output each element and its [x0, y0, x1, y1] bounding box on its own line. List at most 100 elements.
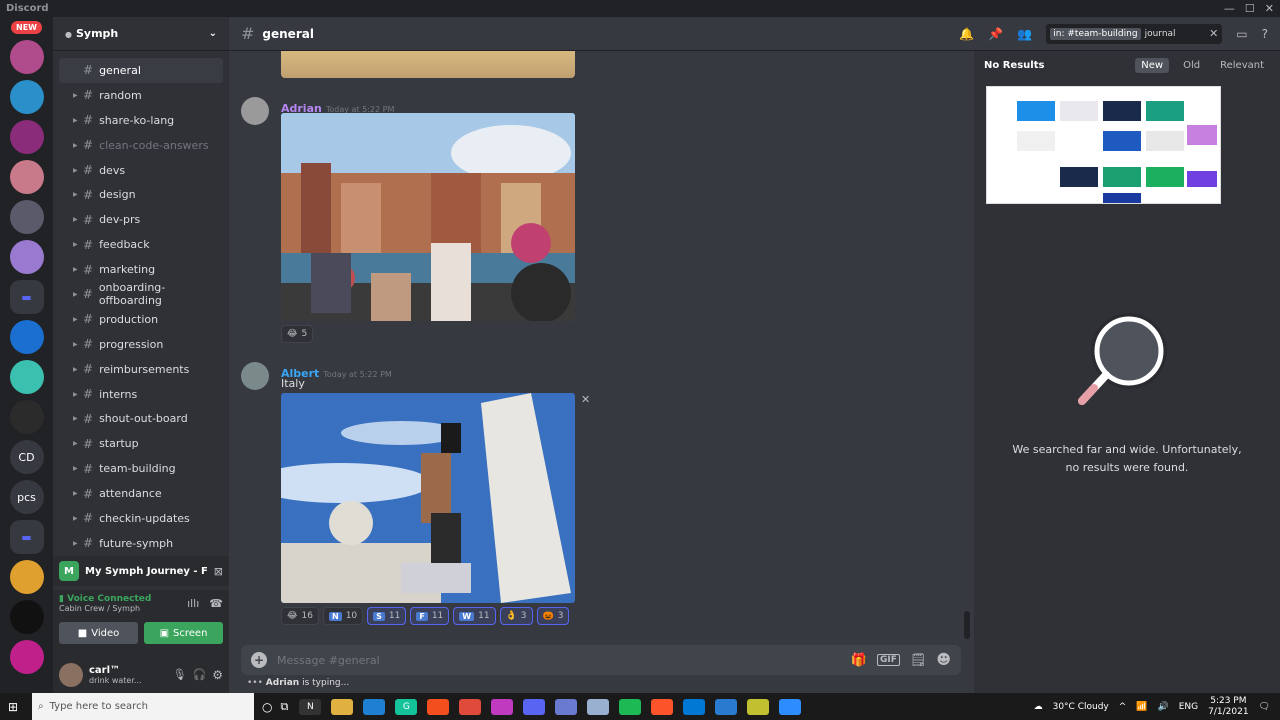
weather-text[interactable]: 30°C Cloudy	[1053, 702, 1109, 712]
members-icon[interactable]: 👥	[1017, 27, 1032, 41]
server-icon[interactable]	[9, 160, 44, 194]
taskbar-app-icon[interactable]	[427, 698, 450, 715]
server-icon[interactable]	[9, 560, 44, 594]
inbox-icon[interactable]: ▭	[1236, 27, 1247, 41]
server-icon[interactable]: CD	[9, 440, 44, 474]
taskbar-app-icon[interactable]	[491, 698, 514, 715]
stage-event-bar[interactable]: M My Symph Journey - Fi... ⊠	[53, 556, 229, 586]
taskbar-app-icon[interactable]	[619, 698, 642, 715]
screen-share-preview[interactable]	[986, 86, 1221, 204]
channel-item-share-ko-lang[interactable]: ▶ # share-ko-lang	[59, 108, 223, 133]
voice-location[interactable]: Cabin Crew / Symph	[59, 604, 187, 613]
channel-item-devs[interactable]: ▶ # devs	[59, 158, 223, 183]
server-icon[interactable]	[9, 600, 44, 634]
task-view-icon[interactable]: ⧉	[280, 700, 288, 714]
scrollbar[interactable]	[964, 611, 970, 639]
chevron-down-icon[interactable]: ⌄	[209, 28, 217, 39]
reaction-button[interactable]: S 11	[367, 607, 407, 625]
reaction-button[interactable]: 👌 3	[499, 607, 533, 625]
taskbar-app-icon[interactable]	[747, 698, 770, 715]
server-icon[interactable]	[9, 200, 44, 234]
clock[interactable]: 5:23 PM 7/1/2021	[1208, 696, 1248, 718]
windows-start-icon[interactable]: ⊞	[8, 700, 18, 714]
language-indicator[interactable]: ENG	[1179, 702, 1198, 712]
reaction-button[interactable]: F 11	[410, 607, 450, 625]
add-attachment-icon[interactable]: +	[251, 652, 267, 668]
gif-icon[interactable]: GIF	[876, 654, 900, 666]
screen-close-icon[interactable]: ⊠	[214, 565, 223, 578]
taskbar-app-icon[interactable]	[331, 698, 354, 715]
server-icon[interactable]	[9, 320, 44, 354]
taskbar-app-icon[interactable]: G	[395, 698, 418, 715]
channel-item-random[interactable]: ▶ # random	[59, 83, 223, 108]
video-button[interactable]: ■ Video	[59, 622, 138, 644]
help-icon[interactable]: ?	[1262, 27, 1268, 41]
message-input[interactable]	[277, 653, 841, 667]
channel-item-production[interactable]: ▶ # production	[59, 307, 223, 332]
search-input[interactable]: in: #team-building journal ✕	[1046, 23, 1223, 44]
avatar[interactable]	[241, 97, 269, 125]
notification-icon[interactable]: 🗨	[1259, 702, 1270, 712]
channel-item-feedback[interactable]: ▶ # feedback	[59, 232, 223, 257]
channel-item-reimbursements[interactable]: ▶ # reimbursements	[59, 357, 223, 382]
sort-tab-new[interactable]: New	[1135, 57, 1170, 73]
taskbar-search[interactable]: ⌕ Type here to search	[32, 693, 254, 720]
sort-tab-old[interactable]: Old	[1177, 58, 1206, 73]
previous-image-attachment[interactable]	[281, 51, 575, 78]
avatar[interactable]	[241, 362, 269, 390]
clear-search-icon[interactable]: ✕	[1209, 27, 1218, 40]
server-icon[interactable]	[9, 40, 44, 74]
reaction-button[interactable]: W 11	[453, 607, 496, 625]
channel-item-clean-code-answers[interactable]: ▶ # clean-code-answers	[59, 133, 223, 158]
channel-item-future-symph[interactable]: ▶ # future-symph	[59, 531, 223, 556]
waveform-icon[interactable]: ıllı	[187, 597, 199, 610]
reaction-button[interactable]: 😂 5	[281, 325, 314, 343]
reaction-button[interactable]: 😂 16	[281, 607, 319, 625]
gift-icon[interactable]: 🎁	[851, 653, 867, 668]
channel-item-design[interactable]: ▶ # design	[59, 182, 223, 207]
volume-icon[interactable]: 🔊	[1158, 702, 1169, 712]
taskbar-app-icon[interactable]	[587, 698, 610, 715]
reaction-button[interactable]: 🎃 3	[536, 607, 570, 625]
server-icon[interactable]	[9, 640, 44, 674]
channel-item-startup[interactable]: ▶ # startup	[59, 431, 223, 456]
taskbar-app-icon[interactable]	[459, 698, 482, 715]
close-icon[interactable]: ✕	[1265, 2, 1274, 15]
disconnect-icon[interactable]: ☎	[209, 597, 223, 610]
reaction-button[interactable]: N 10	[322, 607, 364, 625]
server-icon[interactable]	[9, 80, 44, 114]
image-attachment[interactable]	[281, 393, 575, 603]
channel-item-checkin-updates[interactable]: ▶ # checkin-updates	[59, 506, 223, 531]
taskbar-app-icon[interactable]: N	[299, 698, 322, 715]
bell-icon[interactable]: 🔔	[959, 27, 974, 41]
server-folder-icon[interactable]: ▬	[9, 520, 44, 554]
pin-icon[interactable]: 📌	[988, 27, 1003, 41]
minimize-icon[interactable]: —	[1224, 2, 1235, 15]
server-icon[interactable]	[9, 400, 44, 434]
channel-item-general[interactable]: # general	[59, 58, 223, 83]
server-icon[interactable]: pcs	[9, 480, 44, 514]
emoji-icon[interactable]: ☻	[936, 652, 951, 668]
server-header[interactable]: ● Symph ⌄	[53, 17, 229, 51]
tray-chevron-icon[interactable]: ^	[1119, 702, 1127, 712]
server-icon[interactable]	[9, 240, 44, 274]
sticker-icon[interactable]: 🗒	[910, 653, 927, 668]
channel-item-team-building[interactable]: ▶ # team-building	[59, 456, 223, 481]
server-folder-icon[interactable]: ▬	[9, 280, 44, 314]
image-attachment[interactable]	[281, 113, 575, 321]
avatar[interactable]	[59, 662, 83, 687]
channel-item-attendance[interactable]: ▶ # attendance	[59, 481, 223, 506]
headphones-icon[interactable]: 🎧	[193, 668, 207, 681]
server-icon[interactable]	[9, 120, 44, 154]
microphone-icon[interactable]: 🎙	[173, 668, 187, 681]
taskbar-app-icon[interactable]	[779, 698, 802, 715]
screen-share-button[interactable]: ▣ Screen	[144, 622, 223, 644]
taskbar-app-icon[interactable]	[651, 698, 674, 715]
channel-item-progression[interactable]: ▶ # progression	[59, 332, 223, 357]
server-icon[interactable]	[9, 360, 44, 394]
remove-embed-icon[interactable]: ✕	[581, 393, 590, 406]
cortana-icon[interactable]: ○	[262, 700, 272, 714]
channel-item-shout-out-board[interactable]: ▶ # shout-out-board	[59, 406, 223, 431]
taskbar-app-icon[interactable]	[555, 698, 578, 715]
channel-item-dev-prs[interactable]: ▶ # dev-prs	[59, 207, 223, 232]
